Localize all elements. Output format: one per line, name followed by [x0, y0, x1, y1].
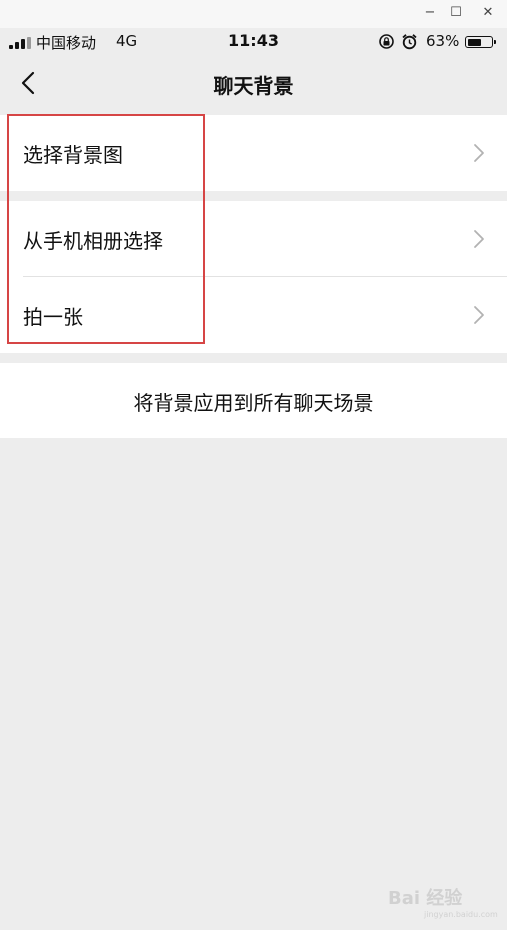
list-group-source: 从手机相册选择 拍一张 [0, 201, 507, 353]
apply-to-all-chats-button[interactable]: 将背景应用到所有聊天场景 [0, 363, 507, 438]
list-group-apply: 将背景应用到所有聊天场景 [0, 363, 507, 438]
list-item-label: 选择背景图 [23, 143, 123, 167]
battery-percent: 63% [426, 32, 460, 50]
list-group-background: 选择背景图 [0, 115, 507, 191]
watermark-subtext: jingyan.baidu.com [424, 910, 498, 919]
baidu-watermark: Bai 经验 jingyan.baidu.com [388, 870, 498, 919]
status-bar: 中国移动 4G 11:43 63% [0, 28, 507, 56]
minimize-icon[interactable]: − [420, 4, 440, 22]
chevron-right-icon [474, 230, 484, 248]
close-icon[interactable]: ✕ [478, 4, 498, 22]
chevron-right-icon [474, 306, 484, 324]
page-title: 聊天背景 [213, 74, 294, 98]
list-item-choose-background[interactable]: 选择背景图 [0, 115, 507, 191]
rotation-lock-icon [379, 34, 394, 49]
window-titlebar: − ☐ ✕ [0, 0, 507, 28]
nav-bar: 聊天背景 [0, 56, 507, 114]
list-item-from-album[interactable]: 从手机相册选择 [0, 201, 507, 277]
watermark-text: Bai 经验 [388, 888, 463, 909]
list-item-label: 从手机相册选择 [23, 229, 163, 253]
battery-icon [465, 36, 496, 48]
chevron-right-icon [474, 144, 484, 162]
list-item-take-photo[interactable]: 拍一张 [0, 277, 507, 353]
list-item-label: 拍一张 [23, 305, 83, 329]
maximize-icon[interactable]: ☐ [446, 4, 466, 22]
apply-to-all-label: 将背景应用到所有聊天场景 [133, 391, 374, 415]
alarm-icon [402, 34, 417, 50]
